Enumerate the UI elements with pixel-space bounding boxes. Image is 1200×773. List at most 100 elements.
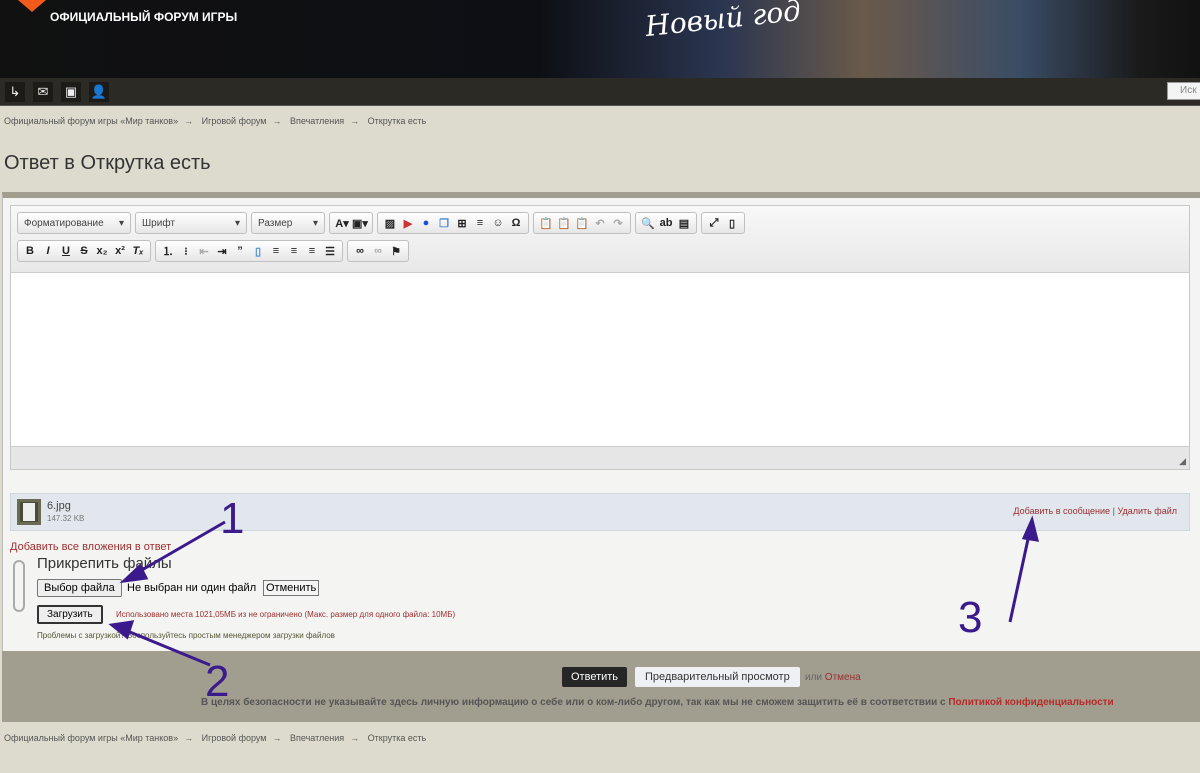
- format-dropdown[interactable]: Форматирование ▾: [17, 212, 131, 234]
- paste-icon[interactable]: 📋: [537, 217, 555, 230]
- breadcrumb-bottom: Официальный форум игры «Мир танков» → Игр…: [4, 733, 432, 743]
- paste-word-icon[interactable]: 📋: [573, 217, 591, 230]
- attach-files-heading: Прикрепить файлы: [37, 555, 172, 572]
- quote-icon[interactable]: ”: [231, 245, 249, 257]
- breadcrumb-sep: →: [350, 116, 360, 126]
- contacts-icon[interactable]: ▣: [61, 82, 81, 102]
- upload-button[interactable]: Загрузить: [37, 605, 103, 624]
- format-label: Форматирование: [24, 217, 104, 229]
- bold-icon[interactable]: B: [21, 245, 39, 257]
- outdent-icon[interactable]: ⇤: [195, 245, 213, 258]
- breadcrumb-item[interactable]: Официальный форум игры «Мир танков»: [4, 116, 178, 126]
- user-navbar: ↳ ✉ ▣ 👤: [0, 78, 1200, 106]
- replace-icon[interactable]: ab: [657, 217, 675, 229]
- attachment-size: 147.32 KB: [47, 514, 85, 523]
- choose-file-button[interactable]: Выбор файла: [37, 579, 122, 597]
- paperclip-icon: [13, 560, 25, 612]
- exit-icon[interactable]: ↳: [5, 82, 25, 102]
- breadcrumb-sep: →: [184, 733, 194, 743]
- numbered-list-icon[interactable]: ⒈: [159, 243, 177, 259]
- remove-format-icon[interactable]: Tₓ: [129, 245, 147, 257]
- basic-uploader-link[interactable]: Проблемы с загрузкой? Воспользуйтесь про…: [37, 631, 335, 640]
- paste-text-icon[interactable]: 📋: [555, 217, 573, 230]
- quota-text: Использовано места 1021,05МБ из не огран…: [116, 610, 456, 619]
- underline-icon[interactable]: U: [57, 245, 75, 257]
- breadcrumb-item[interactable]: Открутка есть: [368, 116, 427, 126]
- breadcrumb-item[interactable]: Игровой форум: [202, 116, 267, 126]
- source-icon[interactable]: ▤: [675, 217, 693, 230]
- bullet-list-icon[interactable]: ⁝: [177, 245, 195, 258]
- search-icon[interactable]: 🔍: [639, 217, 657, 230]
- bg-color-icon[interactable]: ▣▾: [351, 217, 369, 230]
- font-label: Шрифт: [142, 217, 175, 229]
- text-color-icon[interactable]: A▾: [333, 217, 351, 230]
- breadcrumb-sep: →: [272, 116, 282, 126]
- breadcrumb-item[interactable]: Игровой форум: [202, 733, 267, 743]
- copy-icon[interactable]: ❐: [435, 217, 453, 230]
- size-dropdown[interactable]: Размер ▾: [251, 212, 325, 234]
- resize-handle-icon[interactable]: ◢: [1179, 456, 1186, 467]
- size-label: Размер: [258, 217, 293, 229]
- redo-icon[interactable]: ↷: [609, 217, 627, 230]
- undo-icon[interactable]: ↶: [591, 217, 609, 230]
- header-banner: ОФИЦИАЛЬНЫЙ ФОРУМ ИГРЫ Новый год: [0, 0, 1200, 78]
- separator: |: [1112, 506, 1115, 516]
- attachment-row: 6.jpg 147.32 KB Добавить в сообщение | У…: [10, 493, 1190, 531]
- image-icon[interactable]: ▨: [381, 217, 399, 230]
- cancel-file-button[interactable]: Отменить: [263, 580, 320, 596]
- page-title: Ответ в Открутка есть: [4, 152, 211, 174]
- editor-toolbar: Форматирование ▾ Шрифт ▾ Размер ▾ A▾ ▣▾ ▨ ▶ ● ❐…: [11, 206, 1189, 273]
- breadcrumb-sep: →: [350, 733, 360, 743]
- align-right-icon[interactable]: ≡: [303, 245, 321, 257]
- editor-statusbar: ◢: [11, 446, 1189, 469]
- link-icon[interactable]: ∞: [351, 245, 369, 257]
- attachment-thumbnail: [17, 499, 41, 525]
- add-all-attachments-link[interactable]: Добавить все вложения в ответ: [10, 541, 171, 553]
- anchor-flag-icon[interactable]: ⚑: [387, 245, 405, 258]
- strike-icon[interactable]: S: [75, 245, 93, 257]
- privacy-text: В целях безопасности не указывайте здесь…: [201, 697, 949, 708]
- hr-icon[interactable]: ≡: [471, 217, 489, 229]
- blocks-icon[interactable]: ▯: [723, 217, 741, 230]
- site-title[interactable]: ОФИЦИАЛЬНЫЙ ФОРУМ ИГРЫ: [50, 10, 237, 24]
- privacy-policy-link[interactable]: Политикой конфиденциальности: [948, 697, 1113, 708]
- breadcrumb-item[interactable]: Открутка есть: [368, 733, 427, 743]
- attachment-name: 6.jpg: [47, 500, 71, 512]
- indent-icon[interactable]: ⇥: [213, 245, 231, 258]
- justify-icon[interactable]: ☰: [321, 245, 339, 258]
- breadcrumb-item[interactable]: Впечатления: [290, 733, 344, 743]
- subscript-icon[interactable]: x₂: [93, 245, 111, 257]
- font-dropdown[interactable]: Шрифт ▾: [135, 212, 247, 234]
- breadcrumb-item[interactable]: Впечатления: [290, 116, 344, 126]
- c-icon[interactable]: ●: [417, 217, 435, 229]
- mail-icon[interactable]: ✉: [33, 82, 53, 102]
- breadcrumb: Официальный форум игры «Мир танков» → Игр…: [4, 116, 432, 126]
- banner-new-year: Новый год: [643, 0, 803, 44]
- italic-icon[interactable]: I: [39, 245, 57, 257]
- search-input[interactable]: Иск: [1167, 82, 1200, 100]
- breadcrumb-sep: →: [272, 733, 282, 743]
- breadcrumb-item[interactable]: Официальный форум игры «Мир танков»: [4, 733, 178, 743]
- cancel-link[interactable]: Отмена: [825, 672, 861, 683]
- omega-icon[interactable]: Ω: [507, 217, 525, 229]
- superscript-icon[interactable]: x²: [111, 245, 129, 257]
- smiley-icon[interactable]: ☺: [489, 217, 507, 229]
- user-icon[interactable]: 👤: [89, 82, 109, 102]
- delete-file-link[interactable]: Удалить файл: [1117, 506, 1177, 516]
- breadcrumb-sep: →: [184, 116, 194, 126]
- rich-text-editor: Форматирование ▾ Шрифт ▾ Размер ▾ A▾ ▣▾ ▨ ▶ ● ❐…: [10, 205, 1190, 470]
- maximize-icon[interactable]: ⤢: [705, 217, 723, 230]
- align-center-icon[interactable]: ≡: [285, 245, 303, 257]
- or-text: или: [805, 672, 823, 683]
- reply-button[interactable]: Ответить: [562, 667, 628, 687]
- preview-button[interactable]: Предварительный просмотр: [635, 667, 800, 687]
- youtube-icon[interactable]: ▶: [399, 217, 417, 230]
- align-left-icon[interactable]: ≡: [267, 245, 285, 257]
- add-to-post-link[interactable]: Добавить в сообщение: [1013, 506, 1110, 516]
- logo[interactable]: [18, 0, 46, 12]
- editor-content[interactable]: [11, 273, 1189, 446]
- table-icon[interactable]: ⊞: [453, 217, 471, 230]
- template-icon[interactable]: ▯: [249, 245, 267, 258]
- unlink-icon[interactable]: ∞: [369, 245, 387, 257]
- no-file-text: Не выбран ни один файл: [127, 582, 257, 594]
